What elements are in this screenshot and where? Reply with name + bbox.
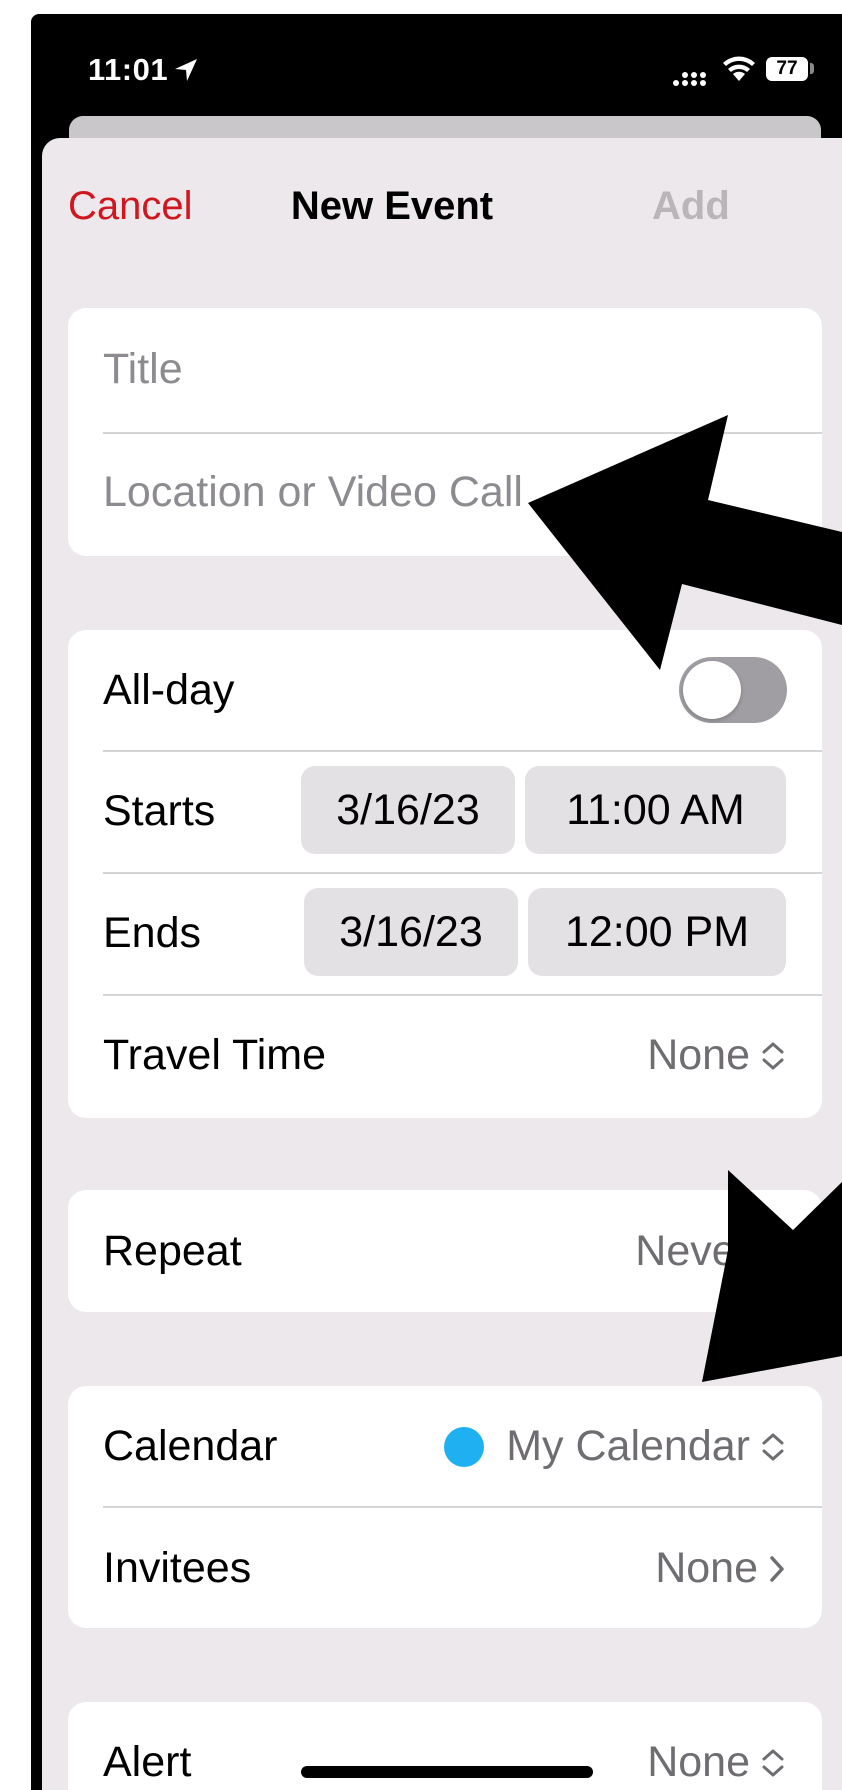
add-button[interactable]: Add xyxy=(652,184,730,229)
chevron-up-down-icon xyxy=(762,1749,784,1776)
chevron-up-down-icon xyxy=(762,1433,784,1460)
cellular-signal-icon xyxy=(673,72,706,86)
travel-time-label: Travel Time xyxy=(103,1031,326,1079)
calendar-group: Calendar My Calendar Invitees None xyxy=(68,1386,822,1628)
chevron-up-down-icon xyxy=(762,1042,784,1069)
annotation-arrow-lower-right-icon xyxy=(702,1170,842,1382)
invitees-value[interactable]: None xyxy=(655,1544,786,1593)
repeat-label: Repeat xyxy=(103,1227,242,1275)
calendar-value-text: My Calendar xyxy=(506,1422,750,1470)
title-input[interactable]: Title xyxy=(103,345,183,394)
battery-indicator: 77 xyxy=(766,57,808,81)
starts-row: Starts 3/16/23 11:00 AM xyxy=(68,750,822,872)
chevron-right-icon xyxy=(770,1555,784,1582)
calendar-row[interactable]: Calendar My Calendar xyxy=(68,1386,822,1506)
wifi-icon xyxy=(723,56,755,81)
status-bar: 11:01 77 xyxy=(31,14,842,124)
invitees-value-text: None xyxy=(655,1544,758,1592)
starts-label: Starts xyxy=(103,787,216,835)
new-event-sheet: Cancel New Event Add Title Location or V… xyxy=(42,138,842,1790)
battery-nub xyxy=(810,63,814,74)
invitees-label: Invitees xyxy=(103,1544,252,1592)
travel-time-value-text: None xyxy=(647,1031,750,1079)
alert-value[interactable]: None xyxy=(647,1738,786,1787)
travel-time-row[interactable]: Travel Time None xyxy=(68,994,822,1118)
invitees-row[interactable]: Invitees None xyxy=(68,1506,822,1628)
travel-time-value[interactable]: None xyxy=(647,1031,786,1080)
calendar-color-dot xyxy=(444,1426,485,1467)
timing-group: All-day Starts 3/16/23 11:00 AM Ends 3/1… xyxy=(68,630,822,1118)
ends-row: Ends 3/16/23 12:00 PM xyxy=(68,872,822,994)
sheet-title: New Event xyxy=(290,184,494,228)
starts-time-button[interactable]: 11:00 AM xyxy=(525,766,786,854)
ends-date-button[interactable]: 3/16/23 xyxy=(304,888,518,976)
alert-value-text: None xyxy=(647,1738,750,1786)
starts-date-button[interactable]: 3/16/23 xyxy=(301,766,515,854)
location-arrow-icon xyxy=(175,59,197,81)
status-time: 11:01 xyxy=(88,52,169,87)
alert-label: Alert xyxy=(103,1738,192,1786)
annotation-arrow-upper-left-icon xyxy=(528,415,842,670)
ends-label: Ends xyxy=(103,909,202,957)
all-day-label: All-day xyxy=(103,666,235,714)
ends-time-button[interactable]: 12:00 PM xyxy=(528,888,786,976)
phone-screen: 11:01 77 Cancel New Event Add Title Loca… xyxy=(31,14,842,1790)
home-indicator[interactable] xyxy=(301,1766,593,1778)
location-input[interactable]: Location or Video Call xyxy=(103,468,523,517)
calendar-label: Calendar xyxy=(103,1422,278,1470)
calendar-value[interactable]: My Calendar xyxy=(444,1422,786,1471)
